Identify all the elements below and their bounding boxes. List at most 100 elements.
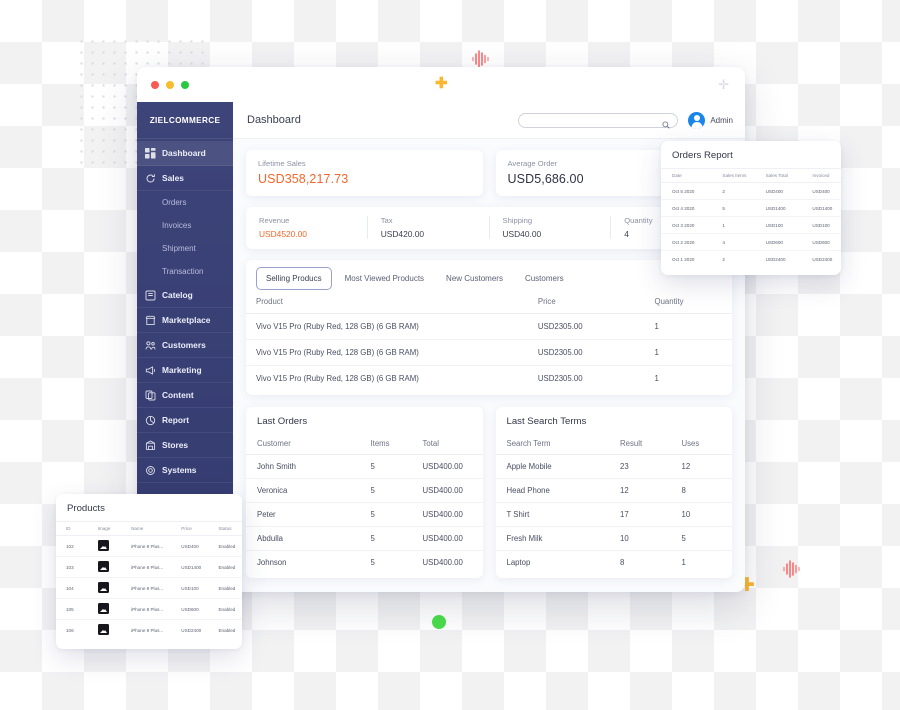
- table-row[interactable]: Peter 5 USD400.00: [246, 502, 483, 527]
- sidebar-item-sales[interactable]: Sales: [137, 166, 233, 191]
- table-row[interactable]: Vivo V15 Pro (Ruby Red, 128 GB) (6 GB RA…: [246, 366, 732, 392]
- cell-id: 105: [56, 598, 88, 620]
- table-row[interactable]: Apple Mobile 23 12: [495, 454, 732, 479]
- cell-name: iPhone 8 Plus...: [121, 577, 172, 599]
- table-row[interactable]: 103 iPhone 8 Plus... USD1400 Enabled: [56, 556, 242, 578]
- cell-search-term: Fresh Milk: [495, 526, 610, 551]
- catalog-icon: [145, 290, 156, 301]
- sidebar-item-dashboard[interactable]: Dashboard: [137, 141, 233, 166]
- maximize-button[interactable]: [181, 80, 189, 89]
- table-row[interactable]: 104 iPhone 8 Plus... USD100 Enabled: [56, 577, 242, 599]
- strip-value: USD40.00: [502, 229, 542, 239]
- new-tab-icon[interactable]: ✛: [718, 78, 729, 91]
- cell-price: USD400: [171, 535, 209, 557]
- strip-label: Shipping: [502, 216, 533, 225]
- cell-image: [87, 598, 122, 620]
- table-row[interactable]: Oct 5 2020 2 USD400 USD400: [661, 182, 841, 200]
- cell-status: Enabled: [208, 535, 242, 557]
- tab-bar: Selling Producs Most Viewed Products New…: [246, 267, 732, 290]
- gear-icon: [145, 465, 156, 476]
- cell-id: 103: [56, 556, 88, 578]
- close-button[interactable]: [151, 80, 159, 89]
- kpi-row: Lifetime Sales USD358,217.73 Average Ord…: [246, 150, 732, 196]
- sidebar-item-label: Systems: [162, 465, 197, 475]
- table-row[interactable]: Oct 3 2020 1 USD100 USD100: [661, 216, 841, 234]
- strip-cell-shipping: Shipping USD40.00: [490, 216, 612, 239]
- cell-uses: 10: [670, 502, 732, 527]
- column-header-search-term: Search Term: [495, 433, 610, 455]
- table-row[interactable]: Vivo V15 Pro (Ruby Red, 128 GB) (6 GB RA…: [246, 339, 732, 366]
- tab-customers[interactable]: Customers: [516, 268, 573, 289]
- sidebar-subitem-orders[interactable]: Orders: [137, 191, 233, 214]
- cell-search-term: Laptop: [506, 558, 531, 567]
- sidebar-item-report[interactable]: Report: [137, 408, 233, 433]
- sidebar-item-systems[interactable]: Systems: [137, 458, 233, 483]
- table-row[interactable]: Johnson 5 USD400.00: [246, 551, 483, 575]
- sidebar-item-label: Sales: [162, 173, 184, 183]
- megaphone-icon: [145, 365, 156, 376]
- column-header-status: Status: [208, 521, 242, 536]
- table-row[interactable]: 102 iPhone 8 Plus... USD400 Enabled: [56, 535, 242, 557]
- sidebar-subitem-invoices[interactable]: Invoices: [137, 214, 233, 237]
- tab-most-viewed-products[interactable]: Most Viewed Products: [336, 268, 433, 289]
- table-row[interactable]: Vivo V15 Pro (Ruby Red, 128 GB) (6 GB RA…: [246, 313, 732, 340]
- page-title: Dashboard: [247, 114, 301, 126]
- search-icon[interactable]: [662, 116, 670, 129]
- tab-selling-producs[interactable]: Selling Producs: [256, 267, 332, 290]
- table-row[interactable]: Veronica 5 USD400.00: [246, 478, 483, 503]
- table-row[interactable]: 106 iPhone 8 Plus... USD2400 Enabled: [56, 620, 242, 641]
- cell-date: Oct 3 2020: [661, 216, 712, 234]
- top-bar: Dashboard Admin: [233, 102, 745, 139]
- table-row[interactable]: John Smith 5 USD400.00: [246, 454, 483, 479]
- cell-date: Oct 5 2020: [661, 182, 712, 200]
- sidebar-item-customers[interactable]: Customers: [137, 333, 233, 358]
- tab-new-customers[interactable]: New Customers: [437, 268, 512, 289]
- column-header-price: Price: [171, 521, 209, 536]
- cell-date: Oct 2 2020: [661, 233, 712, 251]
- cell-status: Enabled: [208, 577, 242, 599]
- cell-sales-items: 2: [711, 182, 755, 200]
- cell-id: 102: [56, 535, 88, 557]
- table-row[interactable]: Oct 4 2020 5 USD1400 USD1400: [661, 199, 841, 217]
- building-icon: [145, 439, 156, 451]
- sidebar-item-marketplace[interactable]: Marketplace: [137, 308, 233, 333]
- table-row[interactable]: Oct 1 2020 2 USD2400 USD2400: [661, 251, 841, 268]
- cell-image: [87, 556, 122, 578]
- panel-title: Last Search Terms: [506, 416, 587, 427]
- sidebar-subitem-shipment[interactable]: Shipment: [137, 237, 233, 260]
- admin-menu[interactable]: Admin: [688, 111, 733, 129]
- column-header-sales-items: Sales Items: [711, 168, 755, 183]
- sidebar-subitem-transaction[interactable]: Transaction: [137, 260, 233, 283]
- cell-sales-items: 5: [711, 199, 755, 217]
- table-row[interactable]: Abdulla 5 USD400.00: [246, 526, 483, 551]
- sidebar-item-stores[interactable]: Stores: [137, 433, 233, 458]
- sidebar-item-label: Marketing: [162, 365, 202, 375]
- chart-icon: [145, 415, 156, 426]
- table-header-row: Product Price Quantity: [246, 290, 732, 314]
- strip-cell-revenue: Revenue USD4520.00: [246, 216, 368, 239]
- sidebar-item-label: Stores: [162, 440, 189, 450]
- cell-invoiced: USD100: [801, 216, 841, 234]
- table-header-row: ID Image Name Price Status: [56, 521, 242, 536]
- cell-sales-total: USD1400: [754, 199, 802, 217]
- sidebar-item-content[interactable]: Content: [137, 383, 233, 408]
- search-box[interactable]: [518, 112, 679, 129]
- sidebar-subitem-label: Invoices: [162, 221, 192, 230]
- product-thumbnail-icon: [97, 561, 109, 572]
- minimize-button[interactable]: [166, 80, 174, 89]
- table-row[interactable]: Fresh Milk 10 5: [495, 526, 732, 551]
- table-row[interactable]: Head Phone 12 8: [495, 478, 732, 503]
- table-row[interactable]: Laptop 8 1: [496, 551, 733, 575]
- sidebar-subitem-label: Orders: [162, 198, 187, 207]
- table-row[interactable]: 105 iPhone 8 Plus... USD600 Enabled: [56, 598, 242, 620]
- traffic-light-buttons[interactable]: [151, 80, 189, 89]
- table-row[interactable]: T Shirt 17 10: [495, 502, 732, 527]
- sidebar-item-catelog[interactable]: Catelog: [137, 283, 233, 308]
- orders-report-card: Orders Report Date Sales Items Sales Tot…: [661, 141, 841, 275]
- sidebar-item-label: Report: [162, 415, 189, 425]
- strip-label: Tax: [380, 216, 393, 225]
- sidebar-item-marketing[interactable]: Marketing: [137, 358, 233, 383]
- search-input[interactable]: [526, 115, 663, 125]
- table-row[interactable]: Oct 2 2020 4 USD600 USD600: [661, 233, 841, 251]
- selling-products-table: Product Price Quantity Vivo V15 Pro (Rub…: [246, 290, 732, 391]
